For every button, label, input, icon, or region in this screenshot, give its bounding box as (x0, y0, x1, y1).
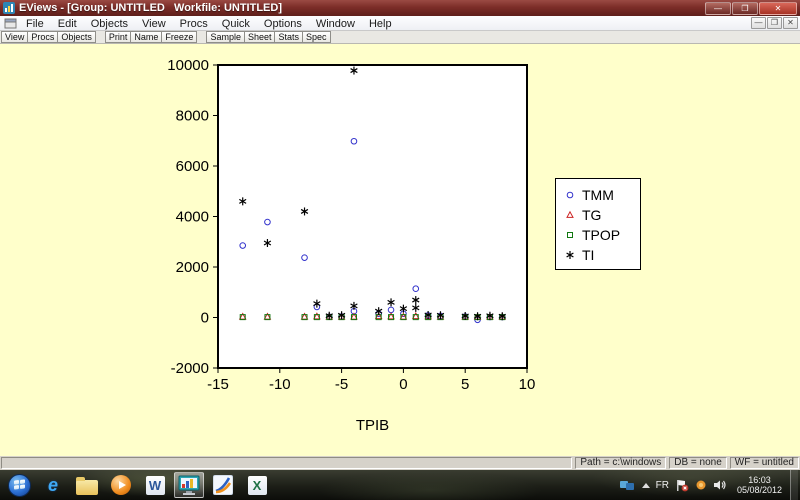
menu-edit[interactable]: Edit (51, 18, 84, 30)
status-panels: Path = c:\windows DB = none WF = untitled (575, 457, 799, 469)
legend-label: TPOP (582, 227, 621, 243)
clock-date: 05/08/2012 (736, 485, 782, 495)
x-tick-label: -10 (269, 376, 291, 393)
y-tick-label: 4000 (176, 209, 209, 226)
status-panel-2: DB = none (669, 457, 727, 469)
restore-button[interactable]: ❐ (732, 1, 758, 15)
clock-time: 16:03 (748, 475, 771, 485)
show-desktop-button[interactable] (790, 470, 798, 500)
triangle-marker-icon (566, 210, 574, 218)
taskbar-icons: eWX (2, 472, 274, 498)
file-explorer-icon[interactable] (72, 472, 102, 498)
object-toolbar: View Procs Objects Print Name Freeze Sample She… (0, 31, 800, 44)
toolbar-sheet-button[interactable]: Sheet (243, 31, 275, 43)
toolbar-group-1: View Procs Objects (1, 31, 96, 43)
toolbar-freeze-button[interactable]: Freeze (161, 31, 198, 43)
eviews-window: EViews - [Group: UNTITLED Workfile: UNTI… (0, 0, 800, 500)
child-window-icon[interactable] (4, 18, 17, 29)
toolbar-spec-button[interactable]: Spec (302, 31, 331, 43)
scatter-chart: -2000 0 2000 4000 6000 8000 10000 -15 -10 -5 0 5 10 T… (167, 57, 536, 434)
circle-marker-icon (566, 191, 574, 199)
legend-label: TI (582, 247, 595, 263)
hidden-icons-chevron[interactable] (641, 482, 650, 488)
internet-explorer-icon[interactable]: e (38, 472, 68, 498)
menu-window[interactable]: Window (309, 18, 362, 30)
volume-icon[interactable] (713, 479, 727, 491)
x-tick-label: 5 (461, 376, 469, 393)
toolbar-print-button[interactable]: Print (104, 31, 131, 43)
toolbar-group-3: Sample Sheet Stats Spec (206, 31, 331, 43)
toolbar-sample-button[interactable]: Sample (206, 31, 244, 43)
system-tray: FR 16:03 05/08/2012 (619, 475, 786, 495)
legend-label: TMM (582, 187, 614, 203)
eviews-app-icon (3, 2, 15, 14)
menu-bar: File Edit Objects View Procs Quick Options Wind… (0, 16, 800, 31)
clock[interactable]: 16:03 05/08/2012 (737, 475, 782, 495)
status-panel-3: WF = untitled (729, 457, 799, 469)
update-tray-icon[interactable] (695, 479, 707, 491)
x-axis-title: TPIB (356, 417, 389, 434)
chart-legend: TMM TG TPOP TI (555, 178, 641, 270)
eviews-monitor-glyph (178, 475, 200, 495)
media-player-icon[interactable] (106, 472, 136, 498)
y-tick-label: 2000 (176, 259, 209, 276)
graph-area: -2000 0 2000 4000 6000 8000 10000 -15 -10 -5 0 5 10 T… (0, 44, 800, 456)
network-tray-icon[interactable] (619, 479, 636, 491)
x-tick-label: -15 (207, 376, 229, 393)
minimize-button[interactable]: — (705, 1, 731, 15)
toolbar-objects-button[interactable]: Objects (57, 31, 96, 43)
child-minimize-button[interactable]: — (751, 17, 766, 29)
legend-item-tpop: TPOP (564, 225, 640, 245)
close-button[interactable]: ✕ (759, 1, 797, 15)
word-icon[interactable]: W (140, 472, 170, 498)
legend-item-tmm: TMM (564, 185, 640, 205)
legend-label: TG (582, 207, 602, 223)
window-title: EViews - [Group: UNTITLED Workfile: UNTI… (19, 2, 282, 14)
menu-help[interactable]: Help (362, 18, 399, 30)
excel-icon[interactable]: X (242, 472, 272, 498)
status-bar: Path = c:\windows DB = none WF = untitled (0, 456, 800, 470)
toolbar-group-2: Print Name Freeze (104, 31, 198, 43)
toolbar-stats-button[interactable]: Stats (274, 31, 302, 43)
toolbar-view-button[interactable]: View (1, 31, 28, 43)
menu-procs[interactable]: Procs (173, 18, 215, 30)
y-tick-label: 10000 (167, 57, 209, 74)
taskbar: e W X FR 16:03 05/08/2012 (0, 470, 800, 500)
asterisk-marker-icon (566, 251, 574, 259)
plot-area (217, 64, 528, 369)
menu-options[interactable]: Options (257, 18, 309, 30)
eviews7-icon[interactable] (208, 472, 238, 498)
menu-items: File Edit Objects View Procs Quick Options Wind… (19, 14, 399, 32)
x-tick-label: 0 (399, 376, 407, 393)
toolbar-name-button[interactable]: Name (130, 31, 162, 43)
y-tick-label: 0 (201, 310, 209, 327)
menu-view[interactable]: View (135, 18, 173, 30)
language-indicator[interactable]: FR (656, 480, 669, 491)
toolbar-procs-button[interactable]: Procs (27, 31, 58, 43)
legend-item-ti: TI (564, 245, 640, 265)
menu-quick[interactable]: Quick (215, 18, 257, 30)
x-tick-label: -5 (335, 376, 348, 393)
legend-item-tg: TG (564, 205, 640, 225)
start-button[interactable] (4, 472, 34, 498)
child-restore-button[interactable]: ❐ (767, 17, 782, 29)
child-close-button[interactable]: ✕ (783, 17, 798, 29)
child-window-controls: — ❐ ✕ (751, 17, 798, 29)
command-line[interactable] (1, 457, 573, 469)
square-marker-icon (567, 232, 573, 238)
y-tick-label: 8000 (176, 108, 209, 125)
x-tick-label: 10 (519, 376, 536, 393)
y-tick-label: 6000 (176, 158, 209, 175)
y-tick-label: -2000 (171, 360, 209, 377)
eviews-icon[interactable] (174, 472, 204, 498)
eviews7-swoosh-glyph (213, 475, 233, 495)
status-panel-1: Path = c:\windows (575, 457, 667, 469)
action-center-flag-icon[interactable] (675, 479, 689, 492)
menu-objects[interactable]: Objects (84, 18, 135, 30)
menu-file[interactable]: File (19, 18, 51, 30)
